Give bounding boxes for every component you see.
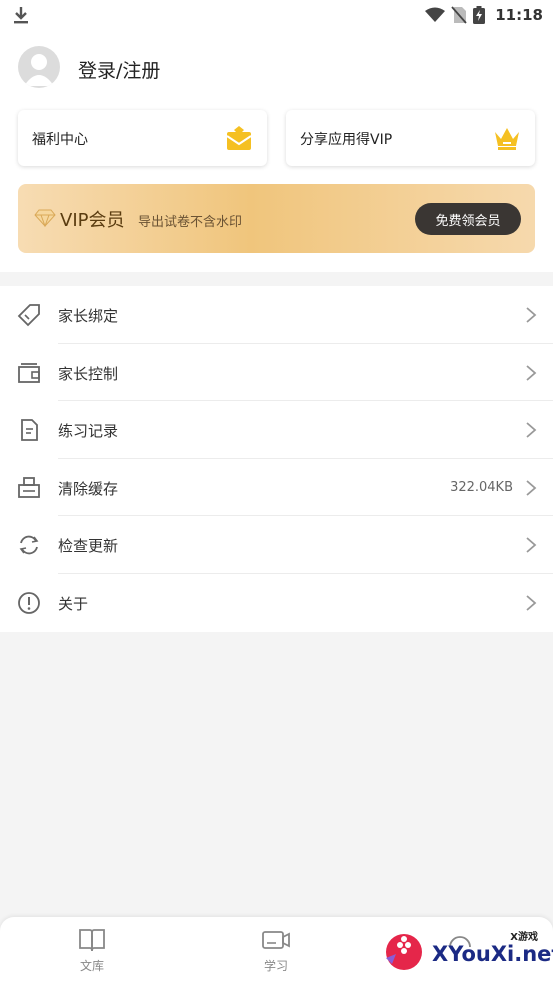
gamepad-logo-icon xyxy=(386,934,422,970)
avatar[interactable] xyxy=(18,46,60,88)
book-icon xyxy=(79,929,105,952)
refresh-icon xyxy=(19,536,39,555)
menu-item-parent-control[interactable]: 家长控制 xyxy=(0,344,553,402)
menu-item-label: 清除缓存 xyxy=(58,479,119,498)
cache-size-value: 322.04KB xyxy=(450,479,513,495)
envelope-icon xyxy=(226,126,252,150)
tab-library[interactable]: 文库 xyxy=(57,927,127,977)
menu-item-label: 练习记录 xyxy=(58,422,119,441)
tab-label: 文库 xyxy=(79,959,104,973)
settings-menu: 家长绑定 家长控制 练习记录 清除缓存 322.04KB 检查更新 关于 xyxy=(0,286,553,632)
watermark-logo: X游戏 XYouXi.net xyxy=(380,928,553,976)
user-placeholder-icon xyxy=(24,54,54,86)
wallet-icon xyxy=(18,362,40,383)
chevron-right-icon xyxy=(526,595,537,611)
info-icon xyxy=(18,592,40,614)
chevron-right-icon xyxy=(526,364,537,381)
wifi-icon xyxy=(425,7,446,22)
menu-item-about[interactable]: 关于 xyxy=(0,574,553,632)
document-icon xyxy=(21,419,38,442)
menu-item-check-update[interactable]: 检查更新 xyxy=(0,516,553,574)
share-vip-card[interactable]: 分享应用得VIP xyxy=(286,110,535,166)
video-icon xyxy=(262,931,290,949)
tag-icon xyxy=(17,304,40,327)
share-vip-label: 分享应用得VIP xyxy=(300,132,393,148)
battery-icon xyxy=(473,6,486,24)
status-bar: 11:18 xyxy=(0,0,553,30)
free-vip-button[interactable]: 免费领会员 xyxy=(415,203,521,235)
tab-study[interactable]: 学习 xyxy=(241,927,311,977)
profile-section: 登录/注册 福利中心 分享应用得VIP VIP会员 导出试卷不含水印 免费领会员 xyxy=(0,30,553,272)
welfare-center-card[interactable]: 福利中心 xyxy=(18,110,267,166)
vip-banner[interactable]: VIP会员 导出试卷不含水印 免费领会员 xyxy=(18,184,535,253)
login-register-link[interactable]: 登录/注册 xyxy=(78,56,160,83)
welfare-center-label: 福利中心 xyxy=(32,132,88,148)
menu-item-label: 家长绑定 xyxy=(58,307,119,325)
chevron-right-icon xyxy=(526,422,537,438)
printer-icon xyxy=(18,476,40,498)
no-sim-icon xyxy=(451,6,467,24)
tab-label: 学习 xyxy=(263,959,288,973)
menu-item-label: 家长控制 xyxy=(58,364,119,383)
chevron-right-icon xyxy=(526,537,537,554)
chevron-right-icon xyxy=(526,480,537,496)
watermark-small-text: X游戏 xyxy=(510,932,538,943)
menu-item-label: 检查更新 xyxy=(58,537,119,556)
vip-title: VIP会员 xyxy=(60,210,125,231)
download-icon xyxy=(14,7,28,24)
menu-item-label: 关于 xyxy=(58,594,89,613)
crown-icon xyxy=(495,128,519,150)
menu-item-practice-record[interactable]: 练习记录 xyxy=(0,401,553,459)
chevron-right-icon xyxy=(526,307,537,323)
watermark-text: XYouXi.net xyxy=(432,942,553,966)
vip-subtitle: 导出试卷不含水印 xyxy=(138,215,243,230)
status-time: 11:18 xyxy=(495,6,543,24)
menu-item-clear-cache[interactable]: 清除缓存 322.04KB xyxy=(0,459,553,517)
diamond-icon xyxy=(34,209,56,227)
menu-item-parent-binding[interactable]: 家长绑定 xyxy=(0,286,553,344)
